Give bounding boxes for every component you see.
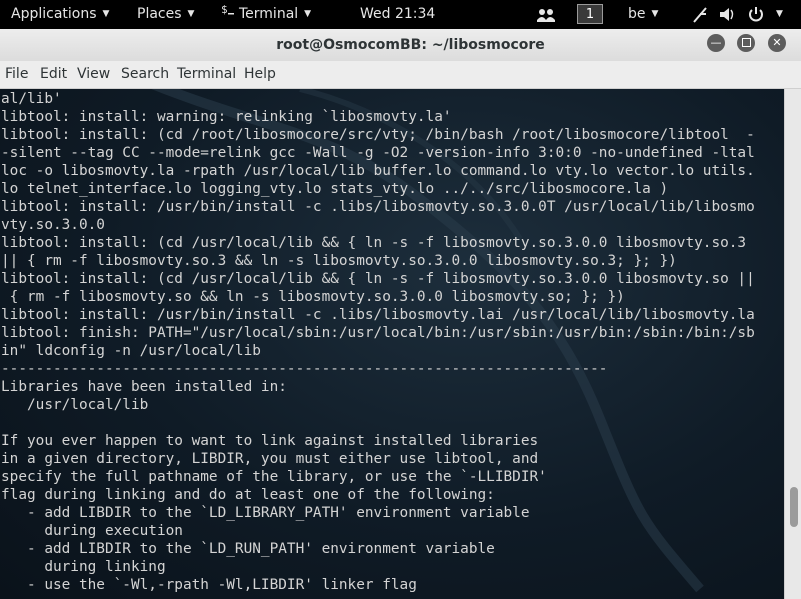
- terminal-app-label: Terminal: [239, 6, 299, 22]
- terminal-line: Libraries have been installed in:: [1, 379, 287, 395]
- chevron-down-icon: ▼: [651, 9, 659, 19]
- window-title: root@OsmocomBB: ~/libosmocore: [276, 37, 545, 53]
- close-icon: ✕: [772, 36, 782, 49]
- terminal-line: libtool: finish: PATH="/usr/local/sbin:/…: [1, 325, 755, 341]
- clock-label: Wed 21:34: [360, 6, 436, 22]
- terminal-line: flag during linking and do at least one …: [1, 487, 495, 503]
- terminal-line: - use the `-Wl,-rpath -Wl,LIBDIR' linker…: [1, 577, 417, 593]
- terminal-line: - add LIBDIR to the `LD_LIBRARY_PATH' en…: [1, 505, 530, 521]
- maximize-icon: [741, 38, 751, 47]
- chevron-down-icon: ▼: [776, 9, 783, 19]
- window-titlebar[interactable]: root@OsmocomBB: ~/libosmocore — ✕: [0, 29, 801, 62]
- maximize-button[interactable]: [737, 34, 755, 52]
- terminal-line: libtool: install: (cd /usr/local/lib && …: [1, 235, 747, 251]
- keyboard-layout-label: be: [628, 6, 646, 22]
- terminal-line: { rm -f libosmovty.so && ln -s libosmovt…: [1, 289, 625, 305]
- menu-file[interactable]: File: [5, 61, 28, 88]
- chevron-down-icon: ▼: [304, 9, 312, 19]
- places-label: Places: [137, 6, 182, 22]
- terminal-line: in a given directory, LIBDIR, you must e…: [1, 451, 539, 467]
- menu-terminal[interactable]: Terminal: [177, 61, 236, 88]
- menu-search[interactable]: Search: [121, 61, 169, 88]
- terminal-line: libtool: install: (cd /root/libosmocore/…: [1, 127, 755, 143]
- terminal-line: al/lib': [1, 91, 62, 107]
- terminal-lines: al/lib' libtool: install: warning: relink…: [1, 90, 784, 594]
- terminal-line: vty.so.3.0.0: [1, 217, 105, 233]
- terminal-line: - add LIBDIR to the `LD_RUN_PATH' enviro…: [1, 541, 495, 557]
- terminal-line: || { rm -f libosmovty.so.3 && ln -s libo…: [1, 253, 677, 269]
- menu-bar: File Edit View Search Terminal Help: [0, 61, 801, 89]
- terminal-line: loc -o libosmovty.la -rpath /usr/local/l…: [1, 163, 755, 179]
- terminal-app-icon: $: [221, 0, 235, 29]
- terminal-line: during linking: [1, 559, 166, 575]
- volume-icon[interactable]: [719, 0, 737, 29]
- terminal-line: ----------------------------------------…: [1, 361, 608, 377]
- terminal-line: -silent --tag CC --mode=relink gcc -Wall…: [1, 145, 755, 161]
- power-menu-chevron[interactable]: ▼: [776, 0, 783, 29]
- menu-edit[interactable]: Edit: [40, 61, 67, 88]
- top-panel: Applications ▼ Places ▼ $ Terminal ▼ Wed 21…: [0, 0, 801, 29]
- applications-label: Applications: [11, 6, 97, 22]
- terminal-window: root@OsmocomBB: ~/libosmocore — ✕ File E…: [0, 29, 801, 599]
- svg-text:$: $: [221, 3, 228, 16]
- scrollbar-thumb[interactable]: [790, 487, 798, 527]
- places-menu[interactable]: Places ▼: [137, 0, 194, 29]
- minimize-icon: —: [710, 36, 722, 49]
- menu-view[interactable]: View: [77, 61, 110, 88]
- users-icon[interactable]: [537, 0, 555, 29]
- chevron-down-icon: ▼: [187, 9, 195, 19]
- minimize-button[interactable]: —: [707, 34, 725, 52]
- network-icon[interactable]: [692, 0, 708, 29]
- chevron-down-icon: ▼: [102, 9, 110, 19]
- applications-menu[interactable]: Applications ▼: [11, 0, 109, 29]
- terminal-line: lo telnet_interface.lo logging_vty.lo st…: [1, 181, 669, 197]
- terminal-output[interactable]: al/lib' libtool: install: warning: relink…: [0, 89, 784, 599]
- terminal-line: libtool: install: /usr/bin/install -c .l…: [1, 307, 755, 323]
- terminal-line: specify the full pathname of the library…: [1, 469, 547, 485]
- terminal-app-menu[interactable]: Terminal ▼: [239, 0, 311, 29]
- terminal-line: libtool: install: (cd /usr/local/lib && …: [1, 271, 755, 287]
- clock[interactable]: Wed 21:34: [360, 0, 435, 29]
- terminal-line: during execution: [1, 523, 183, 539]
- terminal-line: libtool: install: warning: relinking `li…: [1, 109, 452, 125]
- terminal-scrollbar[interactable]: [784, 89, 801, 599]
- keyboard-layout-menu[interactable]: be ▼: [628, 0, 658, 29]
- menu-help[interactable]: Help: [244, 61, 276, 88]
- terminal-line: /usr/local/lib: [1, 397, 149, 413]
- terminal-line: If you ever happen to want to link again…: [1, 433, 539, 449]
- terminal-line: libtool: install: /usr/bin/install -c .l…: [1, 199, 755, 215]
- workspace-indicator[interactable]: 1: [577, 4, 603, 24]
- power-icon[interactable]: [748, 0, 764, 29]
- close-button[interactable]: ✕: [768, 34, 786, 52]
- terminal-line: in" ldconfig -n /usr/local/lib: [1, 343, 261, 359]
